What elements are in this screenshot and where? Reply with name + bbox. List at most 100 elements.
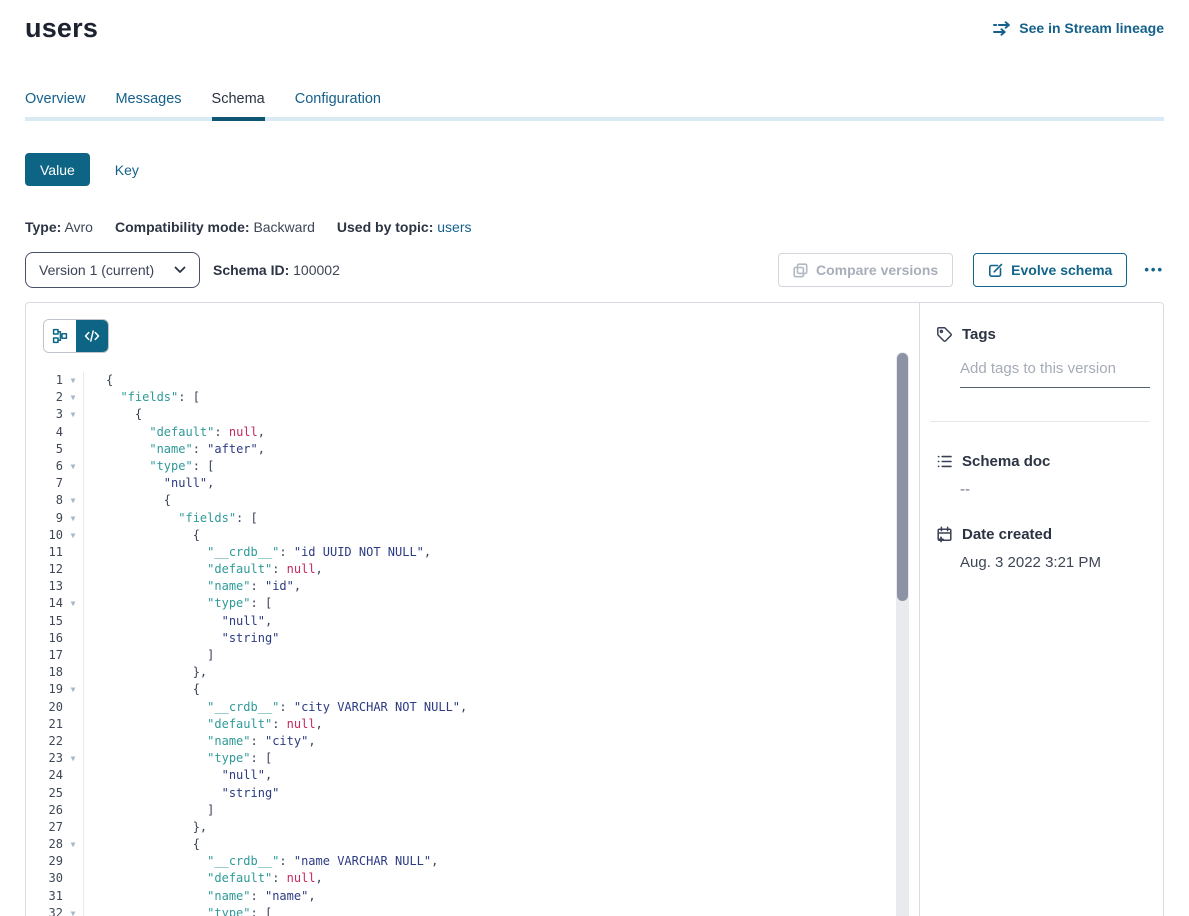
line-number: 6 [26,458,63,475]
fold-gutter [63,767,84,784]
compatibility-value: Backward [253,219,314,235]
evolve-schema-label: Evolve schema [1011,262,1112,278]
line-number: 24 [26,767,63,784]
code-line-text: { [84,681,200,698]
line-number: 3 [26,406,63,423]
fold-arrow-icon[interactable]: ▼ [63,905,84,916]
fold-gutter [63,424,84,441]
code-line-text: "type": [ [84,595,272,612]
fold-arrow-icon[interactable]: ▼ [63,458,84,475]
tags-input[interactable] [960,356,1150,388]
scrollbar-thumb[interactable] [897,353,908,601]
line-number: 2 [26,389,63,406]
line-number: 10 [26,527,63,544]
fold-arrow-icon[interactable]: ▼ [63,595,84,612]
code-line-text: "null", [84,613,272,630]
chevron-down-icon [174,266,186,274]
fold-gutter [63,699,84,716]
code-line-text: }, [84,664,207,681]
fold-gutter [63,561,84,578]
tree-icon [52,328,68,344]
code-view-button[interactable] [76,320,108,352]
code-line-text: "default": null, [84,561,323,578]
fold-gutter [63,441,84,458]
code-line: 7 "null", [26,475,919,492]
value-button[interactable]: Value [25,153,90,186]
code-line-text: "null", [84,767,272,784]
date-created-heading: Date created [936,526,1149,543]
evolve-schema-button[interactable]: Evolve schema [973,253,1127,287]
code-line: 4 "default": null, [26,424,919,441]
line-number: 21 [26,716,63,733]
fold-arrow-icon[interactable]: ▼ [63,406,84,423]
line-number: 12 [26,561,63,578]
key-button[interactable]: Key [115,162,139,178]
schema-doc-heading: Schema doc [936,453,1149,470]
line-number: 22 [26,733,63,750]
fold-arrow-icon[interactable]: ▼ [63,836,84,853]
used-by-topic-label: Used by topic: [337,219,433,235]
more-options-button[interactable]: ••• [1144,253,1164,287]
line-number: 31 [26,888,63,905]
line-number: 30 [26,870,63,887]
edit-icon [988,263,1003,278]
code-line-text: "__crdb__": "id UUID NOT NULL", [84,544,431,561]
fold-arrow-icon[interactable]: ▼ [63,372,84,389]
code-line: 16 "string" [26,630,919,647]
line-number: 9 [26,510,63,527]
code-line: 12 "default": null, [26,561,919,578]
code-line: 23▼ "type": [ [26,750,919,767]
code-line-text: { [84,836,200,853]
compare-versions-label: Compare versions [816,262,938,278]
line-number: 32 [26,905,63,916]
line-number: 14 [26,595,63,612]
fold-arrow-icon[interactable]: ▼ [63,750,84,767]
fold-gutter [63,870,84,887]
schema-editor-column: 1▼{2▼ "fields": [3▼ {4 "default": null,5… [26,303,919,916]
stream-lineage-link[interactable]: See in Stream lineage [993,20,1164,36]
vertical-scrollbar[interactable] [896,352,909,916]
line-number: 7 [26,475,63,492]
code-line-text: "name": "id", [84,578,301,595]
code-line: 22 "name": "city", [26,733,919,750]
code-line: 6▼ "type": [ [26,458,919,475]
schema-sidebar: Tags Schema doc [919,303,1163,916]
fold-arrow-icon[interactable]: ▼ [63,389,84,406]
schema-id-value: 100002 [293,262,340,278]
fold-gutter [63,578,84,595]
version-select[interactable]: Version 1 (current) [25,252,200,288]
line-number: 17 [26,647,63,664]
code-line: 13 "name": "id", [26,578,919,595]
code-line-text: "type": [ [84,750,272,767]
code-line-text: { [84,492,171,509]
compare-versions-button[interactable]: Compare versions [778,253,953,287]
code-line: 26 ] [26,802,919,819]
code-line: 14▼ "type": [ [26,595,919,612]
calendar-plus-icon [936,526,953,543]
tab-schema[interactable]: Schema [212,91,265,121]
code-line: 28▼ { [26,836,919,853]
fold-arrow-icon[interactable]: ▼ [63,681,84,698]
code-editor[interactable]: 1▼{2▼ "fields": [3▼ {4 "default": null,5… [26,372,919,916]
line-number: 15 [26,613,63,630]
fold-gutter [63,664,84,681]
code-line: 18 }, [26,664,919,681]
editor-view-toggle [43,319,109,353]
code-line-text: "type": [ [84,458,214,475]
fold-arrow-icon[interactable]: ▼ [63,510,84,527]
line-number: 23 [26,750,63,767]
line-number: 27 [26,819,63,836]
tree-view-button[interactable] [44,320,76,352]
code-line-text: "__crdb__": "city VARCHAR NOT NULL", [84,699,467,716]
code-line-text: { [84,406,142,423]
line-number: 1 [26,372,63,389]
fold-arrow-icon[interactable]: ▼ [63,527,84,544]
page-title: users [25,11,98,45]
line-number: 18 [26,664,63,681]
fold-arrow-icon[interactable]: ▼ [63,492,84,509]
code-line: 31 "name": "name", [26,888,919,905]
code-line-text: "null", [84,475,214,492]
used-by-topic-link[interactable]: users [437,219,471,235]
tag-icon [936,326,953,343]
value-key-toggle: Value Key [25,153,1164,186]
